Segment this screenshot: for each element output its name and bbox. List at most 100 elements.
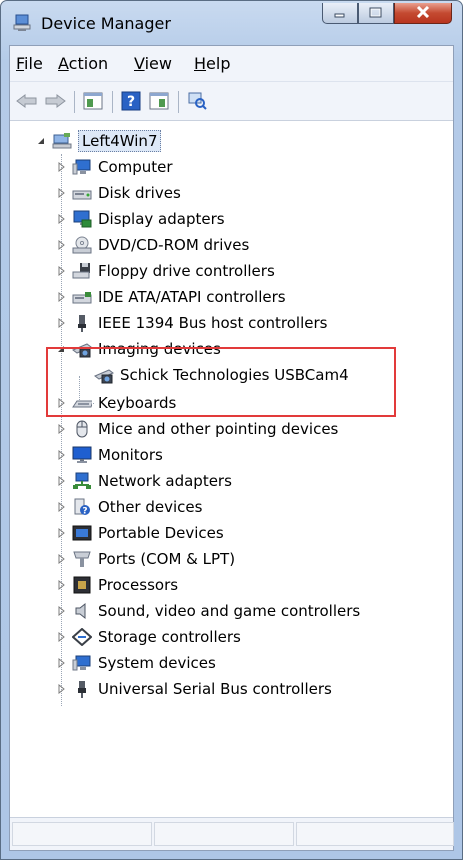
processor-icon bbox=[72, 576, 92, 594]
status-pane bbox=[154, 822, 294, 846]
title-bar[interactable]: Device Manager bbox=[1, 1, 462, 45]
toolbar-separator bbox=[112, 91, 113, 113]
menu-file[interactable]: File bbox=[16, 54, 43, 73]
highlight-box bbox=[46, 347, 396, 417]
tree-item-label: Ports (COM & LPT) bbox=[98, 550, 236, 568]
tree-item-mice[interactable]: Mice and other pointing devices bbox=[54, 416, 338, 442]
menu-help[interactable]: Help bbox=[194, 54, 230, 73]
usb-icon bbox=[72, 680, 92, 698]
back-arrow-icon[interactable] bbox=[16, 91, 38, 111]
tree-root[interactable]: Left4Win7 bbox=[34, 128, 162, 154]
tree-item-floppy-controllers[interactable]: Floppy drive controllers bbox=[54, 258, 275, 284]
port-icon bbox=[72, 550, 92, 568]
tree-item-sound[interactable]: Sound, video and game controllers bbox=[54, 598, 360, 624]
tree-item-label: Floppy drive controllers bbox=[98, 262, 275, 280]
expand-arrow-icon[interactable] bbox=[54, 578, 68, 592]
device-manager-window: Device Manager File Action View Help ? L… bbox=[0, 0, 463, 860]
tree-item-portable-devices[interactable]: Portable Devices bbox=[54, 520, 224, 546]
expand-arrow-icon[interactable] bbox=[54, 160, 68, 174]
portable-device-icon bbox=[72, 524, 92, 542]
tree-item-processors[interactable]: Processors bbox=[54, 572, 178, 598]
display-adapter-icon bbox=[72, 210, 92, 228]
tree-item-ports[interactable]: Ports (COM & LPT) bbox=[54, 546, 235, 572]
tree-item-dvd-drives[interactable]: DVD/CD-ROM drives bbox=[54, 232, 249, 258]
expand-arrow-icon[interactable] bbox=[54, 552, 68, 566]
status-pane bbox=[12, 822, 152, 846]
tree-item-monitors[interactable]: Monitors bbox=[54, 442, 163, 468]
computer-network-icon bbox=[52, 132, 72, 150]
toolbar-separator bbox=[178, 91, 179, 113]
window-title: Device Manager bbox=[41, 14, 171, 33]
expand-arrow-icon[interactable] bbox=[54, 604, 68, 618]
status-bar bbox=[10, 817, 454, 850]
tree-item-ide-controllers[interactable]: IDE ATA/ATAPI controllers bbox=[54, 284, 286, 310]
minimize-icon bbox=[334, 4, 346, 22]
tree-item-network-adapters[interactable]: Network adapters bbox=[54, 468, 232, 494]
menu-bar: File Action View Help bbox=[10, 46, 453, 82]
tree-item-label: Monitors bbox=[98, 446, 163, 464]
tree-item-disk-drives[interactable]: Disk drives bbox=[54, 180, 181, 206]
expand-arrow-icon[interactable] bbox=[54, 526, 68, 540]
mouse-icon bbox=[72, 420, 92, 438]
toolbar: ? bbox=[10, 82, 453, 121]
computer-icon bbox=[72, 158, 92, 176]
show-hide-console-tree-icon[interactable] bbox=[82, 91, 104, 111]
tree-item-label: IEEE 1394 Bus host controllers bbox=[98, 314, 328, 332]
expand-arrow-icon[interactable] bbox=[54, 422, 68, 436]
tree-item-label: Portable Devices bbox=[98, 524, 224, 542]
tree-item-label: Display adapters bbox=[98, 210, 225, 228]
expand-arrow-icon[interactable] bbox=[54, 500, 68, 514]
tree-item-label: Computer bbox=[98, 158, 173, 176]
expand-arrow-icon[interactable] bbox=[54, 316, 68, 330]
svg-text:?: ? bbox=[127, 94, 135, 110]
ide-controller-icon bbox=[72, 288, 92, 306]
client-area: File Action View Help ? Left4Win7 Comput… bbox=[9, 45, 454, 851]
expand-arrow-icon[interactable] bbox=[54, 186, 68, 200]
collapse-arrow-icon[interactable] bbox=[34, 134, 48, 148]
minimize-button[interactable] bbox=[322, 3, 358, 24]
forward-arrow-icon[interactable] bbox=[44, 91, 66, 111]
scan-hardware-icon[interactable] bbox=[186, 91, 208, 111]
expand-arrow-icon[interactable] bbox=[54, 238, 68, 252]
expand-arrow-icon[interactable] bbox=[54, 656, 68, 670]
tree-item-label: Network adapters bbox=[98, 472, 232, 490]
expand-arrow-icon[interactable] bbox=[54, 474, 68, 488]
tree-item-label: IDE ATA/ATAPI controllers bbox=[98, 288, 286, 306]
disk-drive-icon bbox=[72, 184, 92, 202]
tree-item-display-adapters[interactable]: Display adapters bbox=[54, 206, 225, 232]
menu-action[interactable]: Action bbox=[58, 54, 108, 73]
tree-item-label: Storage controllers bbox=[98, 628, 241, 646]
toolbar-separator bbox=[74, 91, 75, 113]
tree-item-system-devices[interactable]: System devices bbox=[54, 650, 216, 676]
system-device-icon bbox=[72, 654, 92, 672]
tree-root-label: Left4Win7 bbox=[78, 130, 162, 152]
firewire-icon bbox=[72, 314, 92, 332]
tree-item-label: Mice and other pointing devices bbox=[98, 420, 339, 438]
tree-item-usb-controllers[interactable]: Universal Serial Bus controllers bbox=[54, 676, 332, 702]
action-pane-icon[interactable] bbox=[148, 91, 170, 111]
expand-arrow-icon[interactable] bbox=[54, 682, 68, 696]
device-tree[interactable]: Left4Win7 Computer Disk drives Display a… bbox=[10, 122, 453, 822]
floppy-icon bbox=[72, 262, 92, 280]
device-manager-icon bbox=[13, 14, 33, 32]
expand-arrow-icon[interactable] bbox=[54, 264, 68, 278]
menu-view[interactable]: View bbox=[134, 54, 172, 73]
expand-arrow-icon[interactable] bbox=[54, 630, 68, 644]
expand-arrow-icon[interactable] bbox=[54, 212, 68, 226]
tree-item-other-devices[interactable]: ? Other devices bbox=[54, 494, 202, 520]
maximize-icon bbox=[369, 4, 383, 22]
expand-arrow-icon[interactable] bbox=[54, 290, 68, 304]
tree-item-label: DVD/CD-ROM drives bbox=[98, 236, 250, 254]
unknown-device-icon: ? bbox=[72, 498, 92, 516]
close-button[interactable] bbox=[394, 3, 452, 24]
monitor-icon bbox=[72, 446, 92, 464]
speaker-icon bbox=[72, 602, 92, 620]
close-icon bbox=[416, 4, 430, 22]
expand-arrow-icon[interactable] bbox=[54, 448, 68, 462]
tree-item-computer[interactable]: Computer bbox=[54, 154, 173, 180]
maximize-button[interactable] bbox=[358, 3, 394, 24]
tree-item-ieee1394[interactable]: IEEE 1394 Bus host controllers bbox=[54, 310, 327, 336]
dvd-drive-icon bbox=[72, 236, 92, 254]
help-icon[interactable]: ? bbox=[120, 91, 142, 111]
tree-item-storage-controllers[interactable]: Storage controllers bbox=[54, 624, 241, 650]
